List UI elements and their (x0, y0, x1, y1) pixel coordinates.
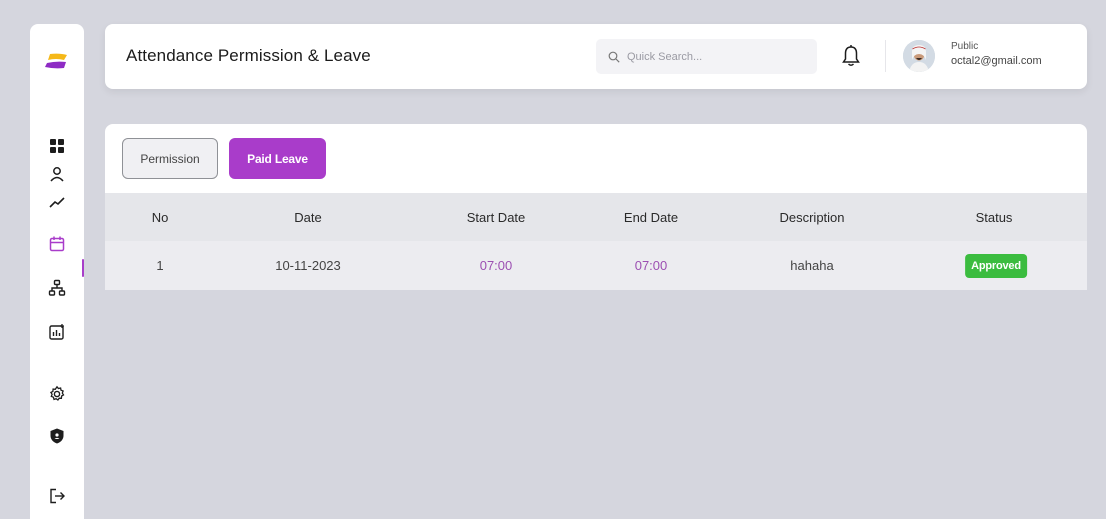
sidebar-item-reports[interactable] (47, 322, 67, 342)
sidebar-item-attendance[interactable] (47, 234, 67, 254)
tab-permission[interactable]: Permission (122, 138, 218, 179)
column-header-no: No (151, 209, 169, 225)
header-divider (885, 40, 886, 72)
search-icon (608, 51, 620, 63)
user-email: octal2@gmail.com (951, 55, 1042, 67)
top-header: Attendance Permission & Leave Public oct… (105, 24, 1087, 89)
table-header: No Date Start Date End Date Description … (105, 193, 1087, 241)
sidebar-item-logout[interactable] (47, 486, 67, 506)
page-title: Attendance Permission & Leave (126, 46, 371, 65)
tab-paid-leave[interactable]: Paid Leave (229, 138, 326, 179)
sidebar-item-analytics[interactable] (47, 192, 67, 212)
cell-end-time: 07:00 (634, 258, 668, 273)
sidebar-item-settings[interactable] (47, 384, 67, 404)
table-row[interactable]: 1 10-11-2023 07:00 07:00 hahaha Approved (105, 241, 1087, 290)
sidebar-item-organization[interactable] (47, 278, 67, 298)
user-role: Public (951, 41, 979, 52)
report-icon (49, 324, 64, 340)
sidebar-item-security[interactable] (47, 426, 67, 446)
cell-start-time: 07:00 (479, 258, 513, 273)
cell-description: hahaha (790, 258, 834, 273)
settings-icon (49, 385, 65, 401)
search-box[interactable] (596, 39, 817, 74)
org-chart-icon (48, 279, 66, 296)
shield-icon (50, 428, 64, 444)
avatar[interactable] (903, 40, 935, 72)
sidebar-item-users[interactable] (47, 164, 67, 184)
sidebar-item-dashboard[interactable] (47, 136, 67, 156)
column-header-description: Description (779, 209, 845, 225)
search-input[interactable] (627, 50, 797, 63)
user-icon (50, 167, 64, 182)
brand-logo (45, 53, 67, 69)
user-avatar-image (903, 40, 935, 72)
column-header-date: Date (294, 209, 322, 225)
cell-no: 1 (156, 258, 164, 273)
column-header-status: Status (975, 209, 1013, 225)
column-header-end-date: End Date (623, 209, 679, 225)
sidebar (30, 24, 84, 519)
status-badge: Approved (965, 253, 1027, 278)
dashboard-icon (50, 139, 64, 153)
notification-bell-icon[interactable] (840, 44, 862, 68)
calendar-icon (49, 236, 65, 252)
trend-icon (49, 197, 65, 208)
active-indicator (82, 259, 84, 277)
column-header-start-date: Start Date (466, 209, 526, 225)
leave-panel: Permission Paid Leave No Date Start Date… (105, 124, 1087, 290)
cell-date: 10-11-2023 (275, 258, 341, 273)
logout-icon (50, 488, 65, 504)
